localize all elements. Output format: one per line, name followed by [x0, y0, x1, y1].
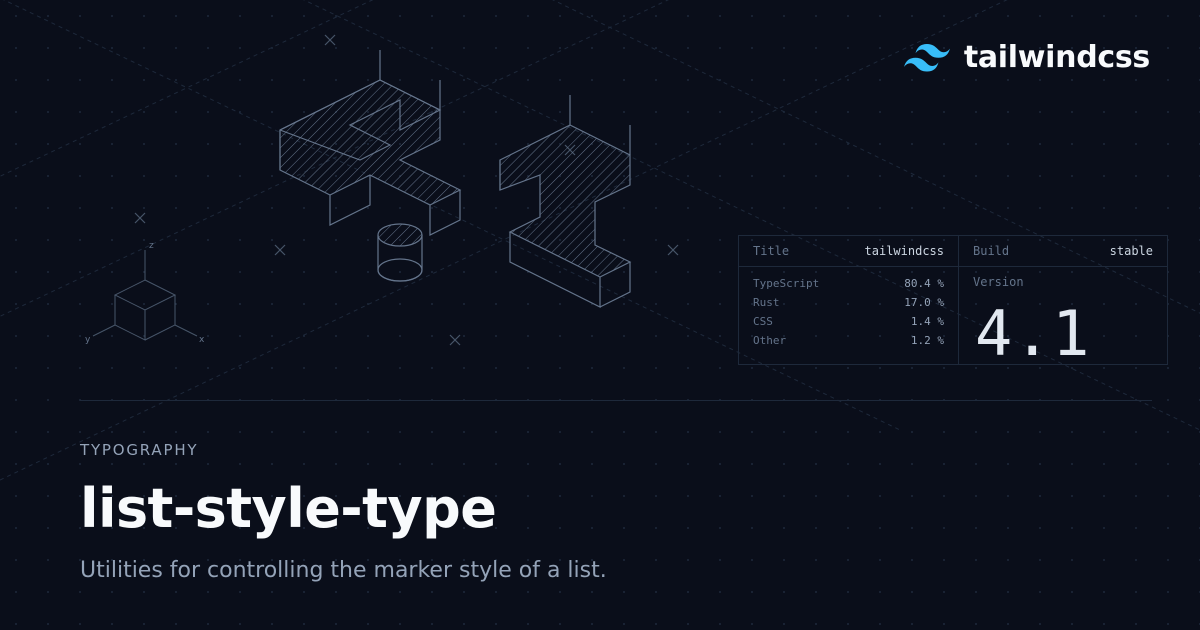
info-title-value: tailwindcss — [865, 244, 944, 258]
category-eyebrow: TYPOGRAPHY — [80, 441, 1152, 459]
isometric-version-art — [200, 10, 720, 350]
info-title-label: Title — [753, 244, 789, 258]
lang-row: Other1.2 % — [753, 334, 944, 347]
lang-row: TypeScript80.4 % — [753, 277, 944, 290]
main-content: TYPOGRAPHY list-style-type Utilities for… — [80, 400, 1152, 583]
lang-row: Rust17.0 % — [753, 296, 944, 309]
axis-z-label: z — [149, 241, 154, 251]
page-description: Utilities for controlling the marker sty… — [80, 558, 1152, 583]
info-build-value: stable — [1110, 244, 1153, 258]
axis-y-label: y — [85, 335, 91, 345]
axis-gizmo: z x y — [85, 240, 205, 360]
brand-logo: tailwindcss — [904, 40, 1150, 75]
info-version-label: Version — [973, 275, 1024, 289]
page-title: list-style-type — [80, 477, 1152, 540]
info-panel: Title tailwindcss TypeScript80.4 % Rust1… — [738, 235, 1168, 365]
brand-name: tailwindcss — [964, 40, 1150, 75]
info-build-label: Build — [973, 244, 1009, 258]
lang-row: CSS1.4 % — [753, 315, 944, 328]
tailwind-logo-icon — [904, 44, 950, 72]
language-breakdown: TypeScript80.4 % Rust17.0 % CSS1.4 % Oth… — [739, 267, 958, 357]
version-number: 4.1 — [975, 297, 1091, 370]
